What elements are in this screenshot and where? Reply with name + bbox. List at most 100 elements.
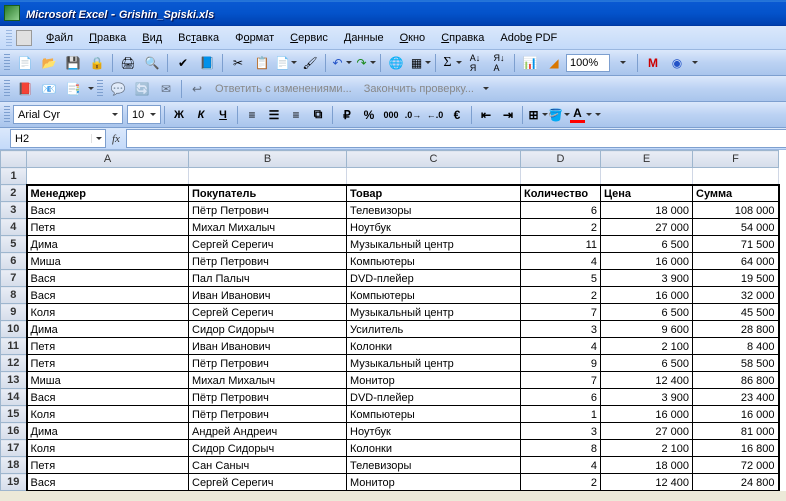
data-cell[interactable]: 16 000 bbox=[693, 406, 779, 423]
data-cell[interactable]: 16 000 bbox=[601, 253, 693, 270]
data-cell[interactable]: 28 800 bbox=[693, 321, 779, 338]
row-header[interactable]: 8 bbox=[1, 287, 27, 304]
menu-вставка[interactable]: Вставка bbox=[170, 29, 227, 47]
data-cell[interactable]: 6 500 bbox=[601, 355, 693, 372]
data-cell[interactable]: Компьютеры bbox=[347, 287, 521, 304]
update-button[interactable]: 🔄 bbox=[131, 78, 153, 100]
data-cell[interactable]: Миша bbox=[27, 372, 189, 389]
increase-decimal-button[interactable]: .0→ bbox=[402, 104, 424, 126]
data-cell[interactable]: 6 500 bbox=[601, 236, 693, 253]
cell[interactable] bbox=[693, 168, 779, 185]
col-header-F[interactable]: F bbox=[693, 151, 779, 168]
menu-сервис[interactable]: Сервис bbox=[282, 29, 336, 47]
data-cell[interactable]: 81 000 bbox=[693, 423, 779, 440]
row-header[interactable]: 9 bbox=[1, 304, 27, 321]
data-cell[interactable]: Иван Иванович bbox=[189, 338, 347, 355]
data-cell[interactable]: Дима bbox=[27, 321, 189, 338]
data-cell[interactable]: 86 800 bbox=[693, 372, 779, 389]
data-cell[interactable]: 9 bbox=[521, 355, 601, 372]
row-header[interactable]: 6 bbox=[1, 253, 27, 270]
cell[interactable] bbox=[189, 168, 347, 185]
cell[interactable] bbox=[347, 168, 521, 185]
header-cell[interactable]: Сумма bbox=[693, 185, 779, 202]
col-header-C[interactable]: C bbox=[347, 151, 521, 168]
increase-indent-button[interactable]: ⇥ bbox=[497, 104, 519, 126]
copy-button[interactable]: 📋 bbox=[251, 52, 273, 74]
worksheet-icon[interactable] bbox=[16, 30, 32, 46]
data-cell[interactable]: Музыкальный центр bbox=[347, 236, 521, 253]
data-cell[interactable]: 2 bbox=[521, 474, 601, 491]
data-cell[interactable]: Колонки bbox=[347, 440, 521, 457]
col-header-D[interactable]: D bbox=[521, 151, 601, 168]
cell[interactable] bbox=[27, 168, 189, 185]
data-cell[interactable]: Дима bbox=[27, 236, 189, 253]
borders-button[interactable]: ⊞ bbox=[526, 104, 548, 126]
data-cell[interactable]: 71 500 bbox=[693, 236, 779, 253]
data-cell[interactable]: Телевизоры bbox=[347, 202, 521, 219]
spelling-button[interactable]: ✔ bbox=[172, 52, 194, 74]
toolbar-overflow[interactable] bbox=[592, 104, 602, 126]
data-cell[interactable]: 54 000 bbox=[693, 219, 779, 236]
data-cell[interactable]: 16 000 bbox=[601, 406, 693, 423]
data-cell[interactable]: 16 000 bbox=[601, 287, 693, 304]
row-header[interactable]: 17 bbox=[1, 440, 27, 457]
new-button[interactable]: 📄 bbox=[14, 52, 36, 74]
data-cell[interactable]: 2 bbox=[521, 219, 601, 236]
data-cell[interactable]: Вася bbox=[27, 389, 189, 406]
zoom-dropdown[interactable] bbox=[611, 52, 633, 74]
row-header[interactable]: 1 bbox=[1, 168, 27, 185]
data-cell[interactable]: Дима bbox=[27, 423, 189, 440]
align-left-button[interactable]: ≡ bbox=[241, 104, 263, 126]
macro-m-button[interactable]: M bbox=[642, 52, 664, 74]
chart-button[interactable]: 📊 bbox=[519, 52, 541, 74]
bold-button[interactable]: Ж bbox=[168, 104, 190, 126]
currency-button[interactable]: ₽ bbox=[336, 104, 358, 126]
data-cell[interactable]: Усилитель bbox=[347, 321, 521, 338]
data-cell[interactable]: 3 bbox=[521, 423, 601, 440]
data-cell[interactable]: Сергей Серегич bbox=[189, 236, 347, 253]
toolbar-overflow[interactable] bbox=[85, 78, 95, 100]
euro-button[interactable]: € bbox=[446, 104, 468, 126]
paste-button[interactable]: 📄 bbox=[275, 52, 297, 74]
menu-правка[interactable]: Правка bbox=[81, 29, 134, 47]
preview-button[interactable]: 🔍 bbox=[141, 52, 163, 74]
data-cell[interactable]: DVD-плейер bbox=[347, 389, 521, 406]
data-cell[interactable]: Пётр Петрович bbox=[189, 253, 347, 270]
data-cell[interactable]: Михал Михалыч bbox=[189, 372, 347, 389]
menu-данные[interactable]: Данные bbox=[336, 29, 392, 47]
drag-handle-icon[interactable] bbox=[4, 54, 10, 72]
data-cell[interactable]: 45 500 bbox=[693, 304, 779, 321]
data-cell[interactable]: 32 000 bbox=[693, 287, 779, 304]
autosum-button[interactable]: Σ bbox=[440, 52, 462, 74]
data-cell[interactable]: 9 600 bbox=[601, 321, 693, 338]
data-cell[interactable]: Компьютеры bbox=[347, 406, 521, 423]
drag-handle-icon[interactable] bbox=[97, 80, 103, 98]
data-cell[interactable]: 7 bbox=[521, 372, 601, 389]
send-button[interactable]: ✉ bbox=[155, 78, 177, 100]
italic-button[interactable]: К bbox=[190, 104, 212, 126]
col-header-A[interactable]: A bbox=[27, 151, 189, 168]
header-cell[interactable]: Менеджер bbox=[27, 185, 189, 202]
header-cell[interactable]: Товар bbox=[347, 185, 521, 202]
data-cell[interactable]: Петя bbox=[27, 338, 189, 355]
select-all-corner[interactable] bbox=[1, 151, 27, 168]
font-size-combo[interactable]: 10 bbox=[127, 105, 161, 124]
underline-button[interactable]: Ч bbox=[212, 104, 234, 126]
data-cell[interactable]: 2 bbox=[521, 287, 601, 304]
data-cell[interactable]: Пётр Петрович bbox=[189, 406, 347, 423]
row-header[interactable]: 11 bbox=[1, 338, 27, 355]
cell[interactable] bbox=[521, 168, 601, 185]
data-cell[interactable]: Пал Палыч bbox=[189, 270, 347, 287]
font-color-button[interactable]: А bbox=[570, 104, 592, 126]
menu-окно[interactable]: Окно bbox=[392, 29, 434, 47]
data-cell[interactable]: Сан Саныч bbox=[189, 457, 347, 474]
row-header[interactable]: 5 bbox=[1, 236, 27, 253]
data-cell[interactable]: 3 bbox=[521, 321, 601, 338]
data-cell[interactable]: Музыкальный центр bbox=[347, 355, 521, 372]
fx-button[interactable]: fx bbox=[112, 133, 120, 145]
drag-handle-icon[interactable] bbox=[6, 30, 12, 46]
data-cell[interactable]: 6 bbox=[521, 389, 601, 406]
data-cell[interactable]: 19 500 bbox=[693, 270, 779, 287]
decrease-decimal-button[interactable]: ←.0 bbox=[424, 104, 446, 126]
data-cell[interactable]: Петя bbox=[27, 219, 189, 236]
